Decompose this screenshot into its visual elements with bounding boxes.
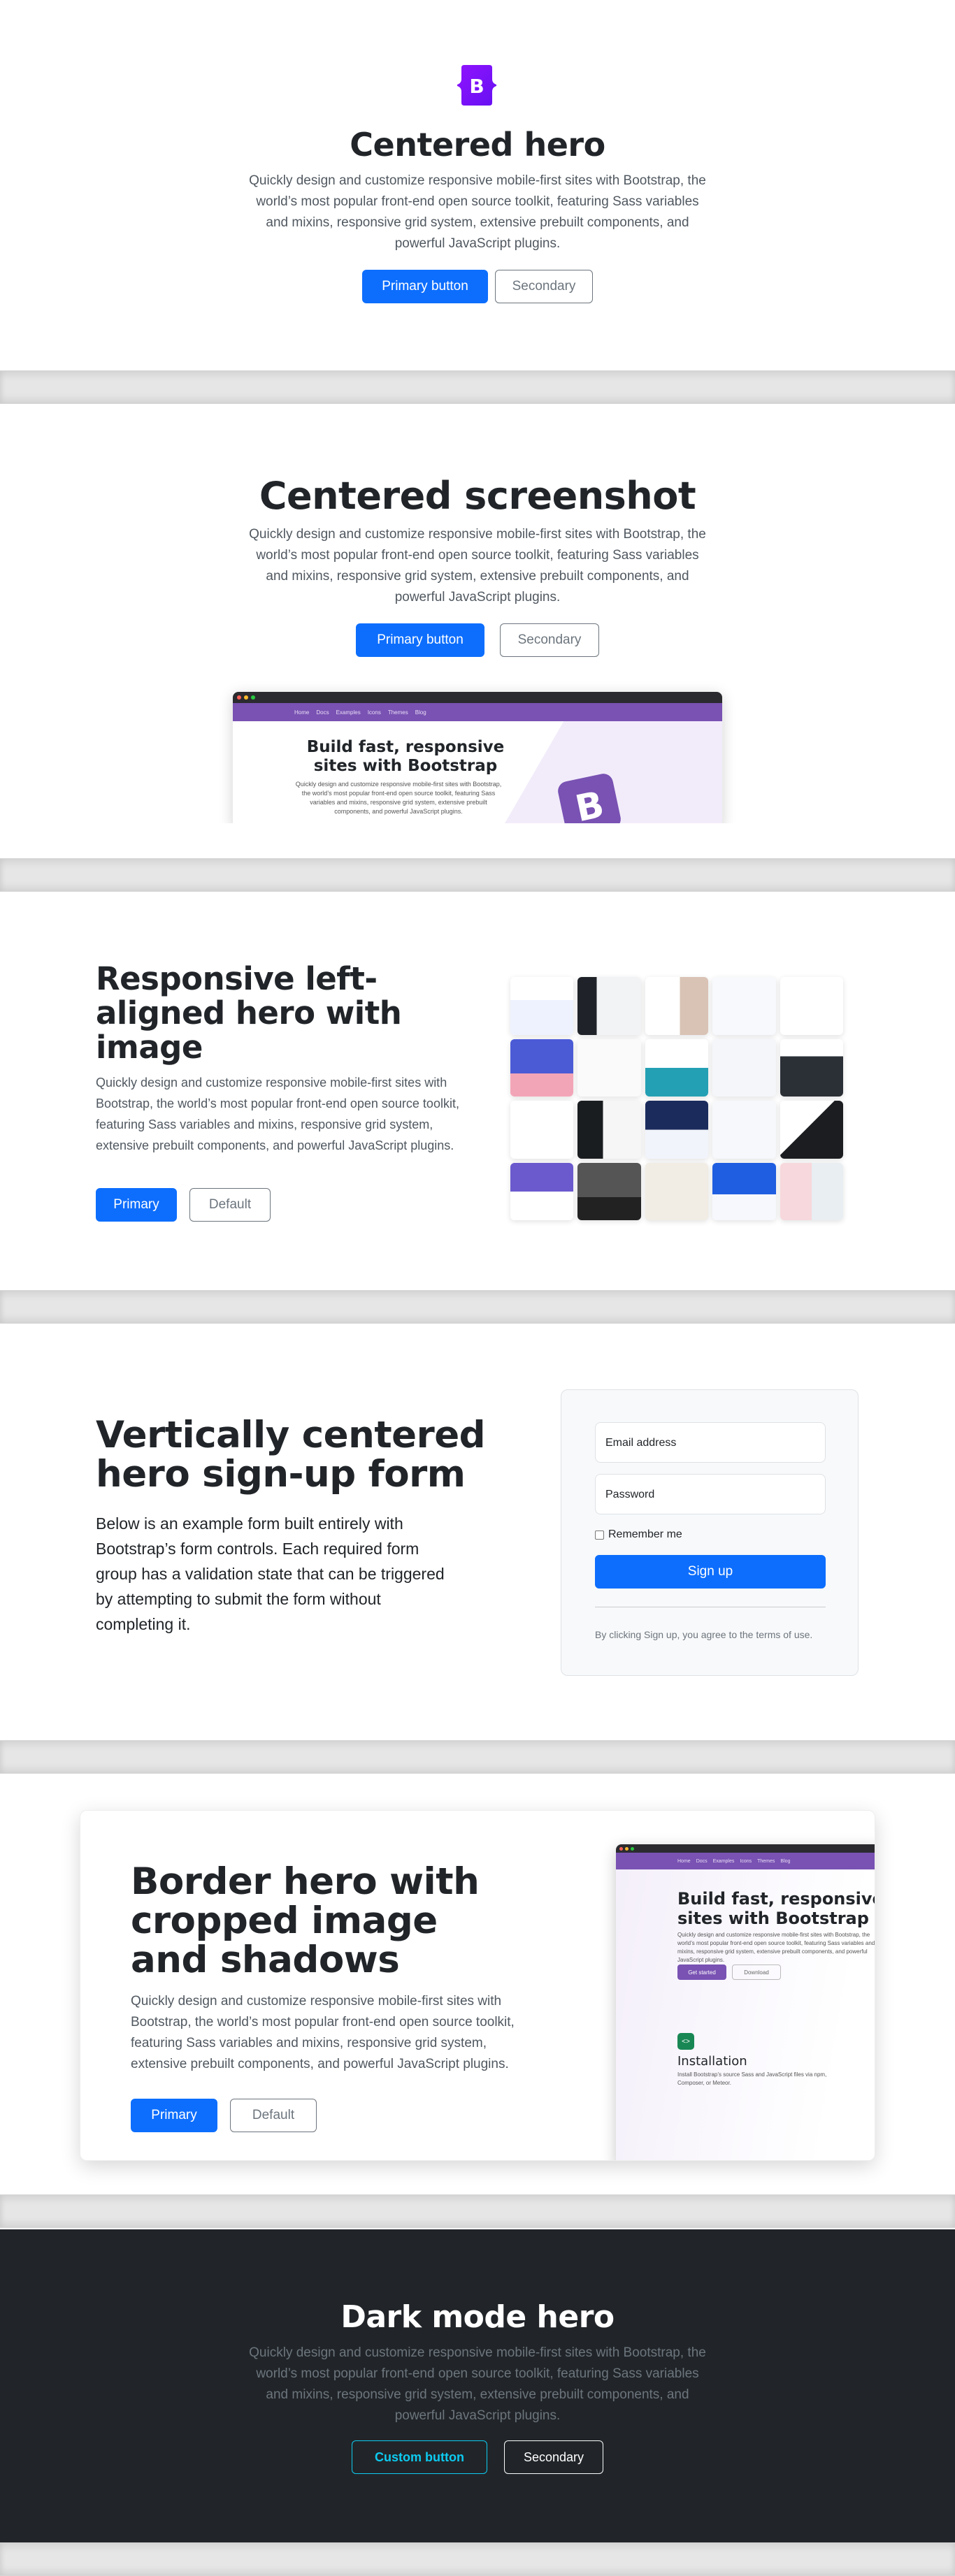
hero-title: Border hero with cropped image and shado… <box>131 1860 480 1981</box>
button-group: Primary Default <box>96 1188 271 1222</box>
centered-screenshot-hero: Centered screenshot Quickly design and c… <box>0 404 955 823</box>
button-group: Custom button Secondary <box>0 2440 955 2474</box>
cropped-screenshot-image: Home Docs Examples Icons Themes Blog Build fa… <box>616 1844 875 2160</box>
email-field[interactable]: Email address <box>595 1422 826 1463</box>
primary-button[interactable]: Primary <box>96 1188 177 1222</box>
installation-text: Install Bootstrap’s source Sass and Java… <box>677 2071 827 2086</box>
bootstrap-logo-icon: B <box>457 65 496 106</box>
default-button[interactable]: Default <box>230 2099 317 2132</box>
collage-tile <box>780 977 843 1035</box>
collage-tile <box>577 1039 641 1097</box>
download-button: Download <box>732 1964 781 1980</box>
centered-hero: B Centered hero Quickly design and custo… <box>0 0 955 370</box>
terms-text: By clicking Sign up, you agree to the te… <box>595 1629 813 1640</box>
remember-checkbox[interactable]: Remember me <box>595 1528 682 1541</box>
primary-button[interactable]: Primary button <box>362 270 488 303</box>
button-group: Primary Default <box>131 2099 317 2132</box>
screenshot-title: Build fast, responsive sites with Bootst… <box>677 1889 875 1928</box>
hero-title: Dark mode hero <box>340 2299 615 2335</box>
hero-lead: Quickly design and customize responsive … <box>131 1994 515 2071</box>
custom-button[interactable]: Custom button <box>352 2440 487 2474</box>
hero-title: Vertically centered hero sign-up form <box>96 1414 486 1496</box>
collage-tile <box>645 1162 709 1220</box>
hero-lead: Quickly design and customize responsive … <box>249 2345 706 2423</box>
section-divider <box>0 2542 955 2576</box>
button-group: Primary button Secondary <box>0 270 955 303</box>
remember-label: Remember me <box>608 1528 682 1540</box>
section-divider <box>0 858 955 892</box>
examples-collage-image <box>510 977 843 1220</box>
hero-title: Centered screenshot <box>259 474 696 518</box>
button-group: Primary button Secondary <box>0 623 955 657</box>
browser-chrome <box>233 692 722 703</box>
bootstrap-logo-icon: B <box>558 774 621 823</box>
installation-title: Installation <box>677 2054 747 2069</box>
border-hero-card: Border hero with cropped image and shado… <box>80 1810 875 2161</box>
collage-tile <box>712 1162 776 1220</box>
hero-lead: Quickly design and customize responsive … <box>249 173 706 251</box>
collage-tile <box>577 977 641 1035</box>
dark-mode-hero: Dark mode hero Quickly design and custom… <box>0 2229 955 2542</box>
checkbox-icon[interactable] <box>595 1530 604 1540</box>
screenshot-title: Build fast, responsive sites with Bootst… <box>306 738 505 775</box>
secondary-button[interactable]: Secondary <box>504 2440 603 2474</box>
collage-tile <box>510 977 574 1035</box>
collage-tile <box>510 1039 574 1097</box>
hero-lead: Quickly design and customize responsive … <box>96 1076 459 1152</box>
collage-tile <box>780 1039 843 1097</box>
screenshot-text: Quickly design and customize responsive … <box>677 1932 875 1963</box>
collage-tile <box>510 1162 574 1220</box>
signup-button[interactable]: Sign up <box>595 1555 826 1589</box>
primary-button[interactable]: Primary <box>131 2099 217 2132</box>
collage-tile <box>712 977 776 1035</box>
hero-lead: Quickly design and customize responsive … <box>249 527 706 605</box>
default-button[interactable]: Default <box>189 1188 271 1222</box>
collage-tile <box>577 1101 641 1159</box>
left-aligned-image-hero: Responsive left-aligned hero with image … <box>0 892 955 1290</box>
browser-chrome <box>616 1844 875 1853</box>
collage-tile <box>712 1101 776 1159</box>
secondary-button[interactable]: Secondary <box>500 623 599 657</box>
screenshot-navbar: Home Docs Examples Icons Themes Blog <box>616 1853 875 1869</box>
get-started-button: Get started <box>677 1964 726 1980</box>
section-divider <box>0 1290 955 1324</box>
signup-form: Email address Password Remember me Sign … <box>561 1389 859 1676</box>
screenshot-text: Quickly design and customize responsive … <box>295 781 502 815</box>
primary-button[interactable]: Primary button <box>356 623 484 657</box>
collage-tile <box>645 1101 709 1159</box>
screenshot-navbar: Home Docs Examples Icons Themes Blog <box>233 703 722 721</box>
section-divider <box>0 1740 955 1774</box>
collage-tile <box>712 1039 776 1097</box>
collage-tile <box>645 1039 709 1097</box>
collage-tile <box>780 1162 843 1220</box>
page-title: Centered hero <box>350 126 605 164</box>
collage-tile <box>645 977 709 1035</box>
svg-text:B: B <box>469 75 484 98</box>
screenshot-image: Home Docs Examples Icons Themes Blog Build fa… <box>233 692 722 823</box>
collage-tile <box>577 1162 641 1220</box>
collage-tile <box>510 1101 574 1159</box>
code-icon: <> <box>677 2033 694 2050</box>
section-divider <box>0 370 955 404</box>
collage-tile <box>780 1101 843 1159</box>
hero-lead: Below is an example form built entirely … <box>96 1514 445 1633</box>
section-divider <box>0 2194 955 2228</box>
hero-title: Responsive left-aligned hero with image <box>96 960 402 1066</box>
password-field[interactable]: Password <box>595 1474 826 1514</box>
secondary-button[interactable]: Secondary <box>495 270 593 303</box>
border-hero: Border hero with cropped image and shado… <box>0 1775 955 2194</box>
signup-form-hero: Vertically centered hero sign-up form Be… <box>0 1325 955 1740</box>
